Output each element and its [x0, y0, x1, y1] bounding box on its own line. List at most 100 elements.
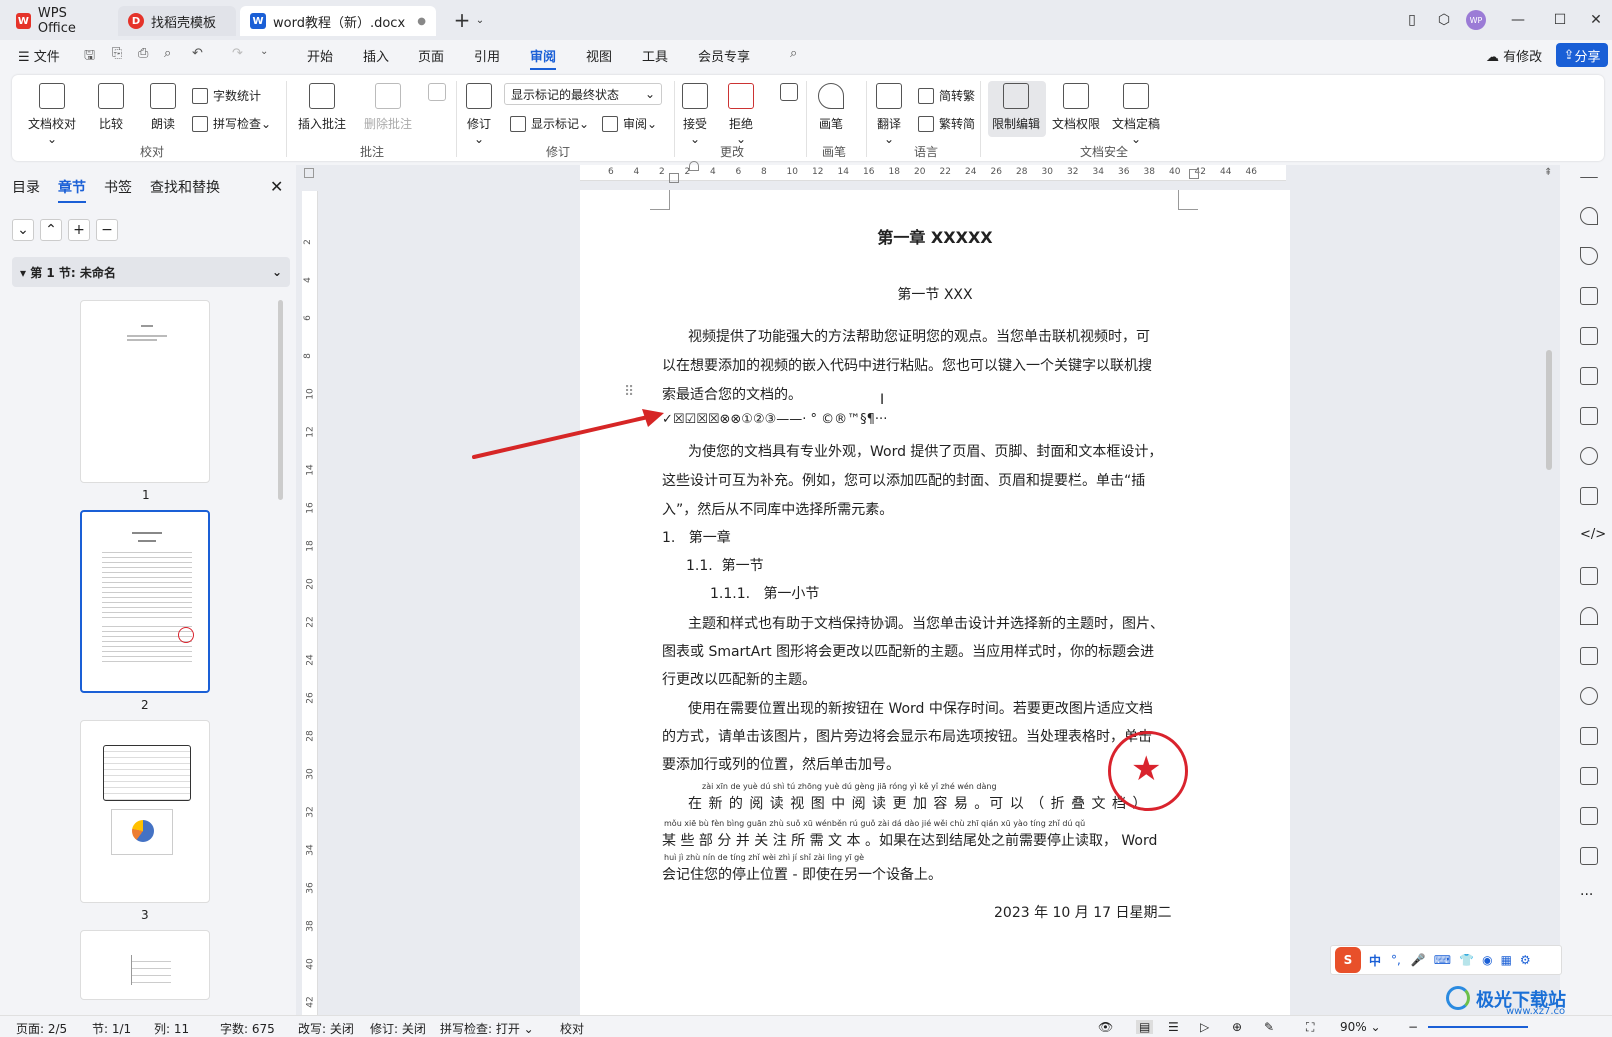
restrict-edit-button[interactable]: 限制编辑 — [992, 83, 1040, 132]
image-icon[interactable] — [1580, 807, 1598, 825]
recycle-icon[interactable] — [1580, 647, 1598, 665]
tab-wps-office[interactable]: W WPS Office — [6, 6, 114, 36]
status-page[interactable]: 页面: 2/5 — [16, 1020, 67, 1037]
doc-permission-button[interactable]: 文档权限 — [1052, 83, 1100, 132]
pen-button[interactable]: 画笔 — [818, 83, 844, 132]
export-icon[interactable]: ⎘ — [112, 46, 122, 61]
new-tab-button[interactable]: + — [452, 8, 472, 32]
document-page[interactable]: 第一章 XXXXX 第一节 XXX 视频提供了功能强大的方法帮助您证明您的观点。… — [580, 190, 1290, 1020]
symbols-line[interactable]: ✓☒☑☒☒⊗⊗①②③——· ° ©®™§¶··· — [662, 412, 887, 427]
review-pane-button[interactable]: 审阅 ⌄ — [602, 115, 657, 132]
ime-toolbar[interactable]: S 中 °, 🎤 ⌨ 👕 ◉ ▦ ⚙ — [1330, 945, 1562, 975]
chevron-down-icon[interactable]: ⌄ — [470, 10, 490, 30]
print-icon[interactable]: ⎙ — [138, 46, 148, 61]
paragraph-line[interactable]: 行更改以匹配新的主题。 — [662, 669, 816, 689]
book-icon[interactable] — [1580, 407, 1598, 425]
zoom-level[interactable]: 90% ⌄ — [1340, 1020, 1381, 1034]
section-item[interactable]: ▾ 第 1 节: 未命名 ⌄ — [12, 257, 290, 287]
history-icon[interactable] — [1580, 687, 1598, 705]
omega-icon[interactable] — [1580, 607, 1598, 625]
paragraph-line[interactable]: 主题和样式也有助于文档保持协调。当您单击设计并选择新的主题时，图片、 — [688, 613, 1164, 633]
word-count-button[interactable]: 字数统计 — [192, 87, 261, 104]
add-section-button[interactable]: + — [68, 219, 90, 241]
page-thumbnail-3[interactable] — [80, 720, 210, 903]
sliders-icon[interactable] — [1580, 287, 1598, 305]
close-window-button[interactable]: ✕ — [1586, 10, 1606, 30]
share-button[interactable]: ⇪ 分享 — [1556, 43, 1608, 67]
help-icon[interactable] — [1580, 447, 1598, 465]
prev-change-button[interactable] — [780, 83, 798, 107]
tab-view[interactable]: 视图 — [586, 46, 612, 65]
cube-icon[interactable]: ⬡ — [1434, 10, 1454, 30]
maximize-button[interactable]: ☐ — [1550, 10, 1570, 30]
tab-page[interactable]: 页面 — [418, 46, 444, 65]
spell-check-button[interactable]: 拼写检查 ⌄ — [192, 115, 271, 132]
paragraph-line[interactable]: 为使您的文档具有专业外观，Word 提供了页眉、页脚、封面和文本框设计， — [688, 441, 1162, 461]
mic-icon[interactable]: 🎤 — [1411, 953, 1426, 967]
expand-button[interactable]: ⌃ — [40, 219, 62, 241]
prev-comment-button[interactable] — [428, 83, 446, 107]
vertical-ruler[interactable]: 2 4 6 8 10 12 14 16 18 20 22 24 26 28 30 32 34 36 38 40 42 — [302, 191, 318, 1015]
page-thumbnail-2[interactable] — [80, 510, 210, 693]
sidebar-toggle-icon[interactable]: ▯ — [1402, 10, 1422, 30]
list-item-2[interactable]: 1.1. 第一节 — [686, 555, 764, 575]
keyboard-icon[interactable]: ⌨ — [1434, 953, 1451, 967]
tab-sections[interactable]: 章节 — [58, 177, 86, 203]
tab-references[interactable]: 引用 — [474, 46, 500, 65]
lock-icon[interactable] — [1580, 487, 1598, 505]
search-icon[interactable]: ⌕ — [790, 46, 797, 61]
tab-start[interactable]: 开始 — [307, 46, 333, 65]
show-markup-button[interactable]: 显示标记 ⌄ — [510, 115, 589, 132]
list-icon[interactable] — [1580, 567, 1598, 585]
ime-mode[interactable]: 中 — [1369, 952, 1381, 969]
has-changes-button[interactable]: ☁ 有修改 — [1486, 46, 1542, 65]
vertical-scrollbar[interactable] — [1546, 350, 1552, 470]
ruby-line[interactable]: 在 新 的 阅 读 视 图 中 阅 读 更 加 容 易 。可 以 （ 折 叠 文… — [688, 793, 1147, 813]
print-preview-icon[interactable]: ⌕ — [164, 46, 171, 61]
select-pointer-icon[interactable] — [1580, 247, 1598, 265]
track-changes-button[interactable]: 修订 ⌄ — [466, 83, 492, 146]
tools-icon[interactable] — [1580, 367, 1598, 385]
eye-icon[interactable]: 👁 — [1098, 1020, 1113, 1034]
outline-view-icon[interactable]: ☰ — [1168, 1020, 1179, 1034]
page-thumbnail-4[interactable] — [80, 930, 210, 1000]
to-simplified-button[interactable]: 繁转简 — [918, 115, 975, 132]
status-word-count[interactable]: 字数: 675 — [220, 1020, 275, 1037]
reject-button[interactable]: 拒绝 ⌄ — [728, 83, 754, 146]
skin-icon[interactable]: 👕 — [1459, 953, 1474, 967]
web-view-icon[interactable]: ⊕ — [1232, 1020, 1242, 1034]
tab-word-doc[interactable]: W word教程（新）.docx ● — [240, 6, 436, 36]
doc-icon[interactable] — [1580, 847, 1598, 865]
tab-review[interactable]: 审阅 — [530, 46, 557, 70]
paragraph-line[interactable]: 视频提供了功能强大的方法帮助您证明您的观点。当您单击联机视频时，可 — [688, 326, 1150, 346]
finalize-button[interactable]: 文档定稿 ⌄ — [1112, 83, 1160, 146]
close-pane-button[interactable]: ✕ — [270, 177, 283, 196]
list-item-3[interactable]: 1.1.1. 第一小节 — [710, 583, 819, 603]
left-indent-marker[interactable] — [669, 173, 679, 183]
paragraph-line[interactable]: 索最适合您的文档的。 — [662, 384, 802, 404]
tab-toc[interactable]: 目录 — [12, 177, 40, 197]
paragraph-line[interactable]: 以在想要添加的视频的嵌入代码中进行粘贴。您也可以键入一个关键字以联机搜 — [662, 355, 1152, 375]
zoom-slider[interactable] — [1428, 1026, 1528, 1028]
horizontal-ruler[interactable]: 6 4 2 2 4 6 8 10 12 14 16 18 20 22 24 26 28 30 32 34 36 38 40 4… — [580, 165, 1286, 181]
settings-icon[interactable]: ⚙ — [1520, 953, 1531, 967]
paragraph-line[interactable]: 要添加行或列的位置，然后单击加号。 — [662, 754, 900, 774]
save-icon[interactable]: 🖫 — [84, 46, 95, 68]
insert-comment-button[interactable]: 插入批注 — [298, 83, 346, 132]
paragraph-line[interactable]: 使用在需要位置出现的新按钮在 Word 中保存时间。若要更改图片适应文档 — [688, 698, 1153, 718]
punctuation-icon[interactable]: °, — [1391, 953, 1401, 967]
pen-mode-icon[interactable]: ✎ — [1264, 1020, 1274, 1034]
collapse-icon[interactable] — [1580, 177, 1598, 179]
ruby-line[interactable]: 会记住您的停止位置 - 即使在另一个设备上。 — [662, 864, 942, 884]
accept-button[interactable]: 接受 ⌄ — [682, 83, 708, 146]
folder-icon[interactable] — [1580, 727, 1598, 745]
image-edit-icon[interactable] — [1580, 327, 1598, 345]
read-aloud-button[interactable]: 朗读 — [150, 83, 176, 132]
file-menu[interactable]: ☰ 文件 — [18, 46, 60, 65]
undo-icon[interactable]: ↶ — [192, 46, 203, 61]
to-traditional-button[interactable]: 简转繁 — [918, 87, 975, 104]
status-track[interactable]: 修订: 关闭 — [370, 1020, 426, 1037]
compare-button[interactable]: 比较 — [98, 83, 124, 132]
redo-icon[interactable]: ↷ — [232, 46, 243, 61]
tab-member[interactable]: 会员专享 — [698, 46, 750, 65]
